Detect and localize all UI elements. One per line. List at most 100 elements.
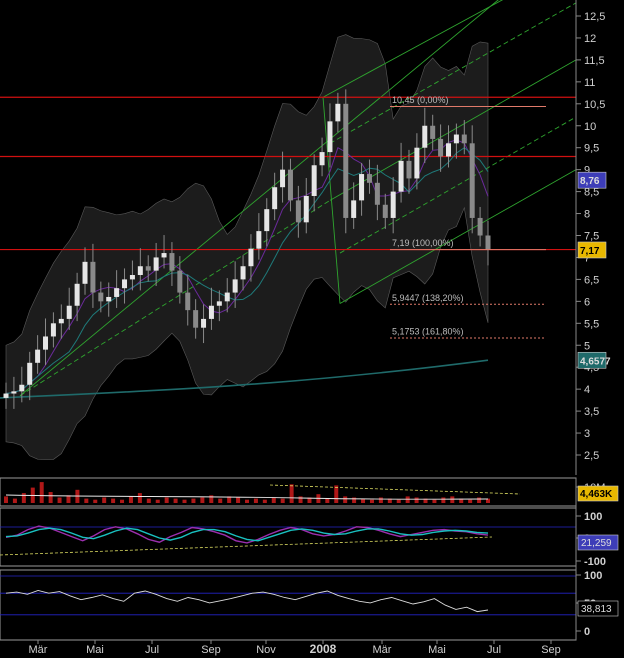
volume-bar — [57, 497, 62, 503]
candle-body — [264, 209, 270, 232]
candle-body — [27, 362, 33, 385]
indicator-tick-label: 100 — [584, 570, 602, 582]
price-tick-label: 3 — [584, 428, 590, 440]
price-tick-label: 4 — [584, 384, 590, 396]
price-tick-label: 11 — [584, 77, 595, 89]
volume-bar — [414, 497, 419, 503]
volume-bar — [128, 496, 133, 503]
volume-bar — [450, 496, 455, 503]
candle-body — [398, 160, 404, 192]
candle-body — [208, 305, 214, 319]
rsi-badge-text: 38,813 — [581, 604, 612, 615]
candle-body — [453, 134, 459, 144]
time-tick-label: Mär — [373, 644, 392, 656]
stock-chart: 10,45 (0,00%) 7,19 (100,00%) 5,9447 (138,2… — [0, 0, 619, 656]
price-badge-text: 8,76 — [580, 176, 600, 187]
candle-body — [3, 393, 9, 398]
volume-bar — [352, 497, 357, 503]
candle-body — [161, 253, 167, 258]
fib-level-label: 5,9447 (138,20%) — [392, 293, 464, 303]
candle-body — [35, 349, 41, 363]
time-tick-label: Jul — [487, 644, 501, 656]
volume-bar — [325, 498, 330, 503]
candle-body — [445, 143, 451, 157]
price-tick-label: 5 — [584, 340, 590, 352]
volume-bar — [12, 498, 17, 503]
time-tick-label: 2008 — [310, 642, 337, 656]
candle-body — [185, 292, 191, 311]
volume-bar — [369, 499, 374, 503]
volume-bar — [66, 495, 71, 503]
candle-body — [19, 384, 25, 392]
volume-bar — [289, 484, 294, 503]
candle-body — [287, 169, 293, 201]
price-tick-label: 12 — [584, 33, 596, 45]
volume-bar — [155, 499, 160, 503]
volume-bar — [477, 497, 482, 503]
time-tick-label: Sep — [541, 644, 561, 656]
time-axis: Mär Mai Jul Sep Nov 2008 Mär Mai Jul Sep — [29, 640, 561, 656]
volume-bar — [137, 493, 142, 503]
volume-bar — [245, 499, 249, 503]
volume-bar — [262, 499, 267, 503]
price-axis: 12,51211,51110,5109,598,587,576,565,554,… — [575, 0, 605, 475]
candle-body — [319, 152, 325, 166]
candle-body — [351, 200, 357, 218]
volume-bar — [405, 496, 410, 503]
candle-body — [177, 270, 183, 293]
indicator-panel-frame — [0, 507, 577, 567]
fib-level-label: 5,1753 (161,80%) — [392, 327, 464, 337]
candle-body — [374, 182, 380, 205]
candle-body — [256, 231, 262, 249]
indicator-tick-label: 100 — [584, 511, 602, 523]
time-tick-label: Mai — [86, 644, 104, 656]
volume-bar — [378, 497, 383, 503]
price-tick-label: 6 — [584, 296, 590, 308]
candle-body — [145, 266, 151, 271]
volume-bar — [441, 497, 446, 503]
price-tick-label: 10,5 — [584, 99, 605, 111]
candle-body — [82, 261, 88, 284]
volume-bar — [4, 496, 8, 503]
fib-level-label: 10,45 (0,00%) — [392, 95, 449, 105]
candle-body — [461, 134, 467, 144]
price-tick-label: 12,5 — [584, 11, 605, 23]
volume-bar — [39, 482, 44, 503]
volume-bar — [111, 498, 116, 503]
volume-bar — [164, 497, 169, 503]
volume-bar — [396, 499, 401, 503]
volume-bar — [191, 498, 196, 503]
candle-body — [201, 318, 207, 328]
candle-body — [66, 305, 72, 319]
candle-body — [98, 292, 104, 302]
candle-body — [272, 187, 278, 210]
volume-bar — [93, 499, 98, 503]
candle-body — [216, 301, 222, 306]
candle-body — [153, 257, 159, 271]
volume-bar — [280, 498, 285, 503]
candle-body — [106, 296, 112, 302]
candle-body — [114, 288, 120, 297]
price-tick-label: 9,5 — [584, 143, 599, 155]
candle-body — [390, 191, 396, 218]
time-tick-label: Mai — [428, 644, 446, 656]
price-tick-label: 6,5 — [584, 274, 599, 286]
volume-bar — [298, 496, 303, 503]
volume-bar — [218, 498, 223, 503]
candle-body — [193, 310, 199, 328]
candle-body — [438, 138, 444, 157]
volume-bar — [432, 499, 437, 503]
volume-bar — [182, 499, 187, 503]
price-badge-text: 7,17 — [580, 246, 600, 257]
candle-body — [248, 248, 254, 267]
indicator-tick-label: 0 — [584, 626, 590, 638]
candle-body — [485, 235, 491, 250]
indicator-tick-label: -100 — [584, 556, 606, 568]
candle-body — [422, 125, 428, 148]
volume-bar — [120, 499, 125, 503]
candle-body — [240, 266, 246, 280]
price-tick-label: 8 — [584, 209, 590, 221]
candle-body — [303, 195, 309, 223]
indicator-panel-frame — [0, 569, 577, 641]
candle-body — [58, 318, 64, 324]
